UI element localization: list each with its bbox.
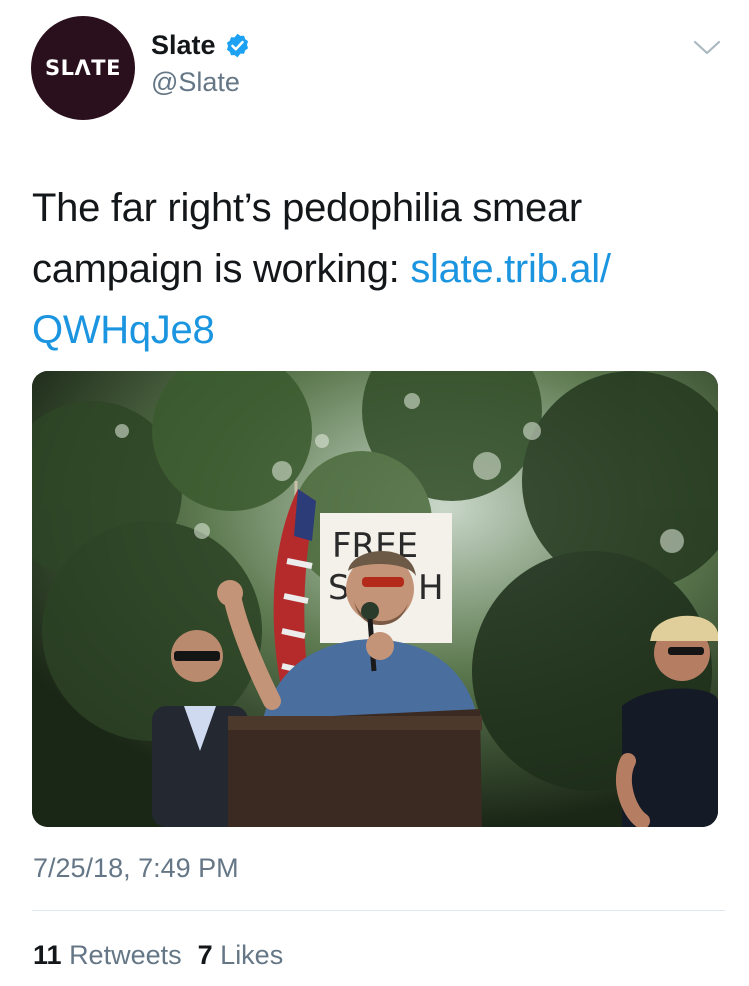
tweet-timestamp: 7/25/18, 7:49 PM <box>33 853 239 883</box>
author-handle[interactable]: @Slate <box>151 67 240 98</box>
author-display-name[interactable]: Slate <box>151 30 216 61</box>
chevron-down-icon[interactable] <box>692 38 722 58</box>
tweet-link-part-2[interactable]: QWHqJe8 <box>32 308 215 352</box>
likes-label: Likes <box>220 940 284 970</box>
retweets-label: Retweets <box>69 940 182 970</box>
retweets-stat[interactable]: 11 Retweets <box>33 940 182 971</box>
tweet-link-part-1[interactable]: slate.trib.al/ <box>410 247 611 291</box>
divider <box>32 910 725 911</box>
likes-stat[interactable]: 7 Likes <box>198 940 284 971</box>
likes-count: 7 <box>197 940 213 970</box>
tweet-text: The far right’s pedophilia smear campaig… <box>32 178 712 361</box>
verified-badge-icon <box>224 32 251 59</box>
tweet-photo[interactable]: FREE SP H <box>32 371 718 827</box>
author-name-row: Slate <box>151 30 251 61</box>
sign-text-h: H <box>418 568 444 608</box>
avatar-logo-text: SLΛTE <box>45 56 121 80</box>
tweet-stats: 11 Retweets 7 Likes <box>33 940 299 971</box>
avatar[interactable]: SLΛTE <box>31 16 135 120</box>
retweets-count: 11 <box>33 940 62 970</box>
